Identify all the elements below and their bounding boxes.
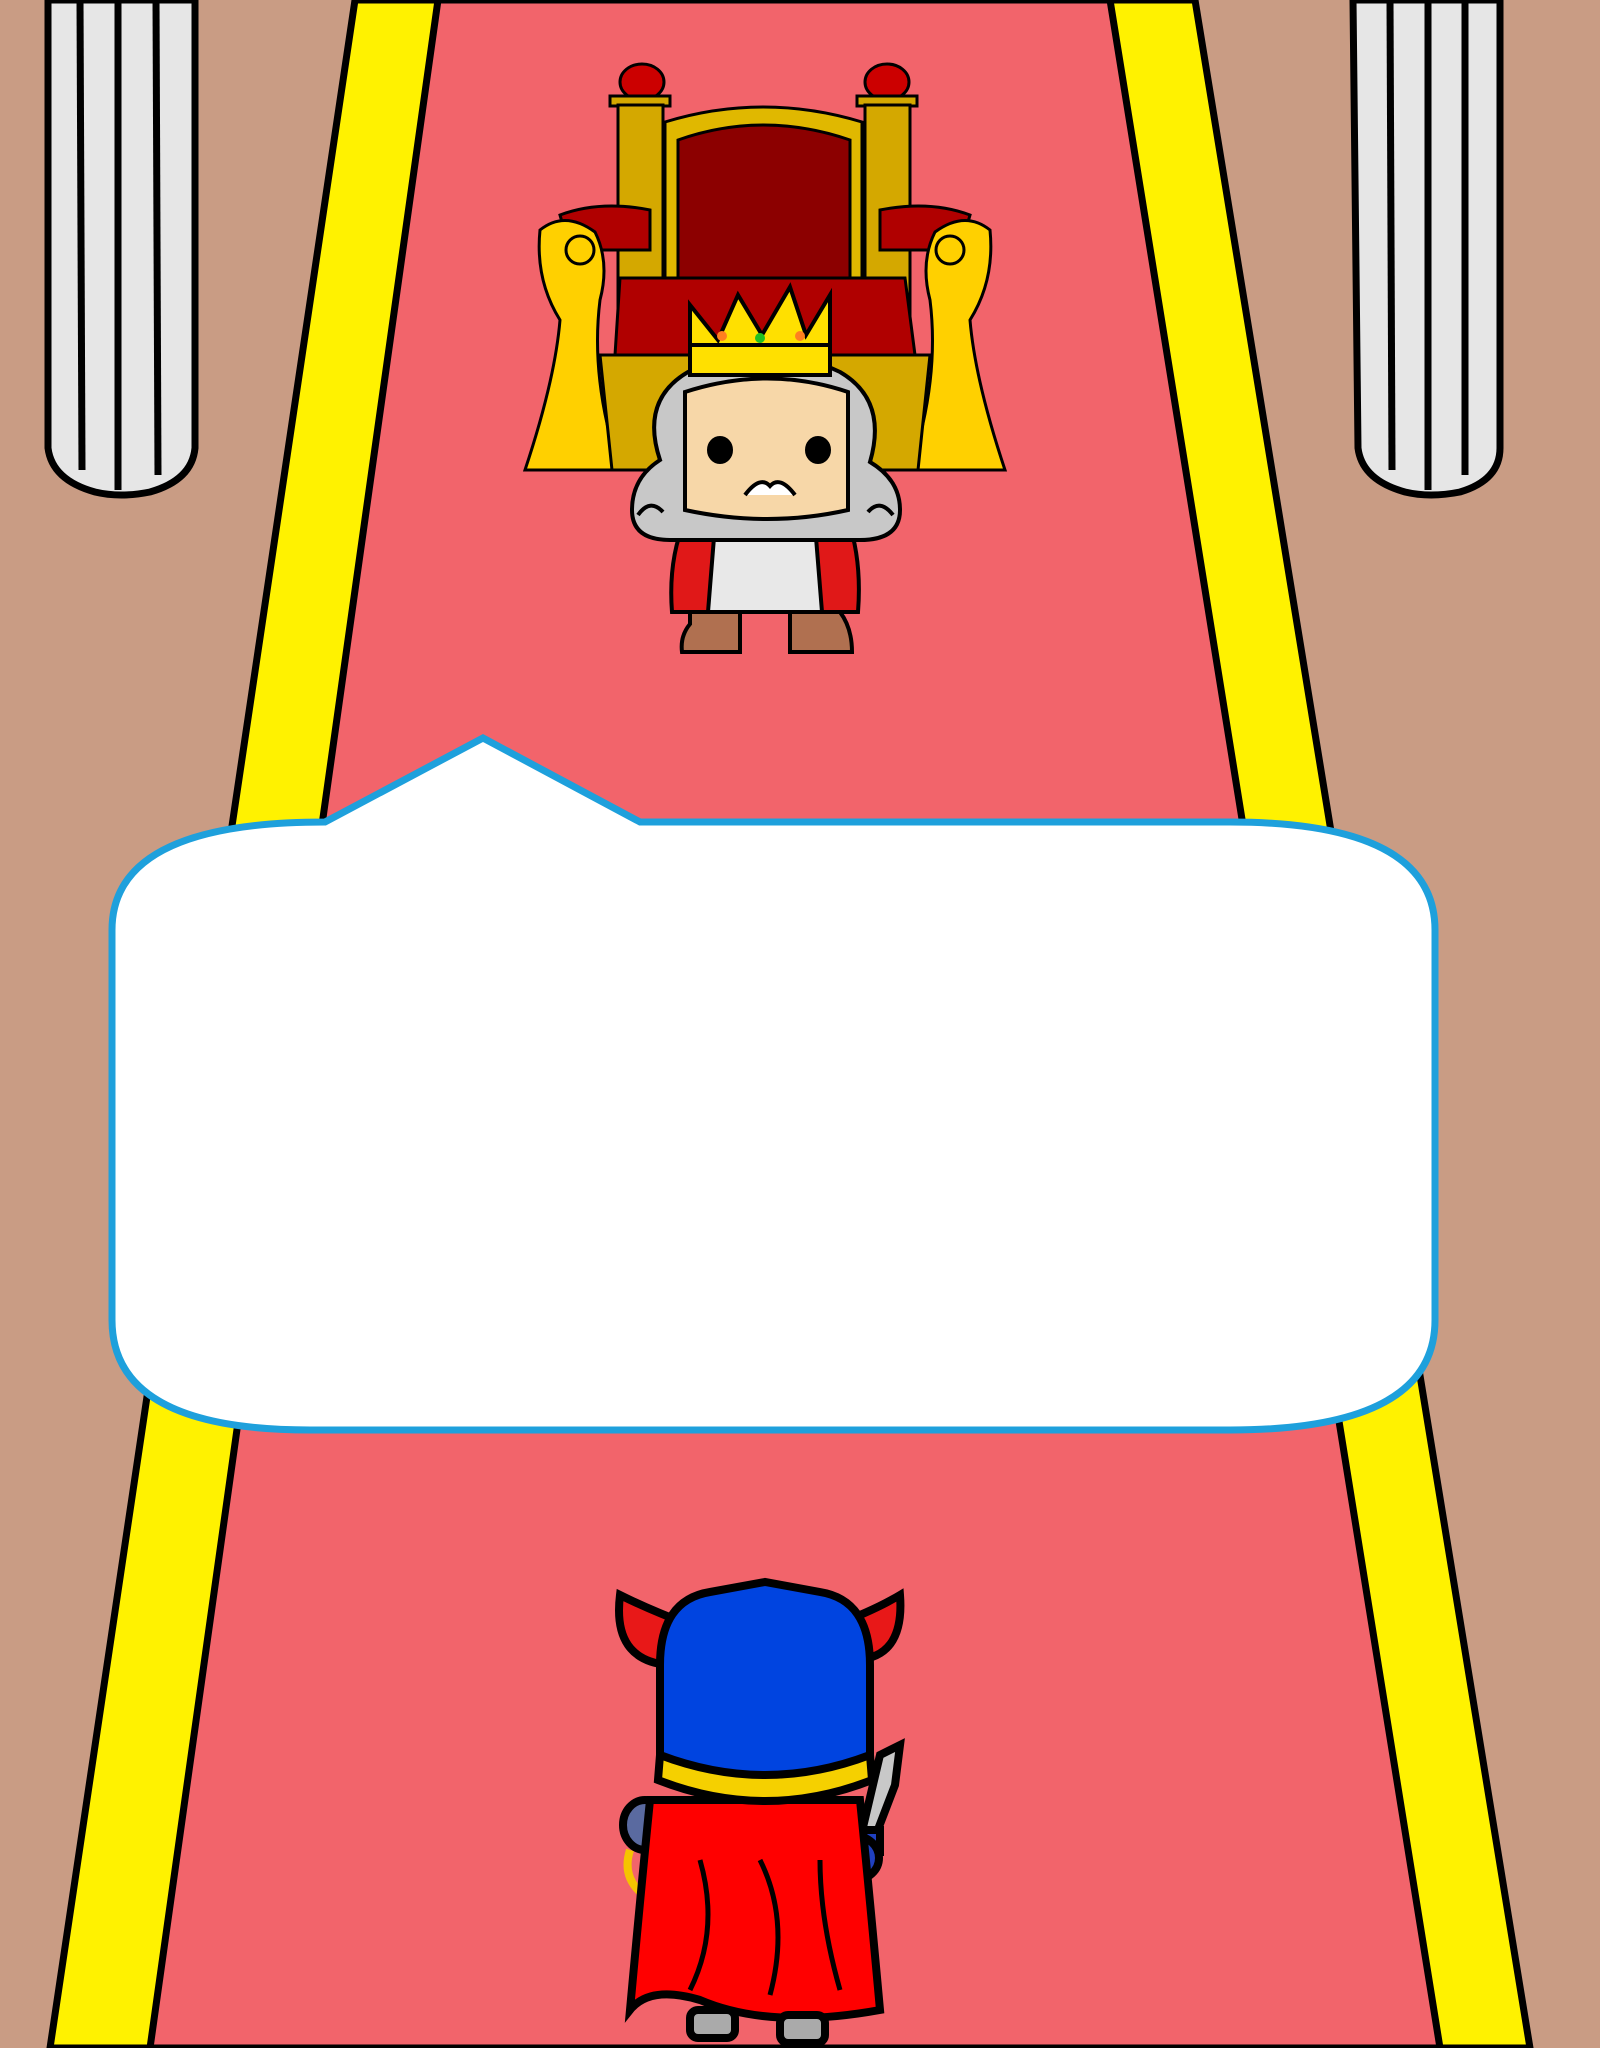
hero-knight-back-icon: [615, 1577, 905, 2047]
pillar-left: [44, 0, 199, 499]
dialog-text: [150, 880, 1420, 1350]
pillar-right: [1349, 0, 1504, 499]
